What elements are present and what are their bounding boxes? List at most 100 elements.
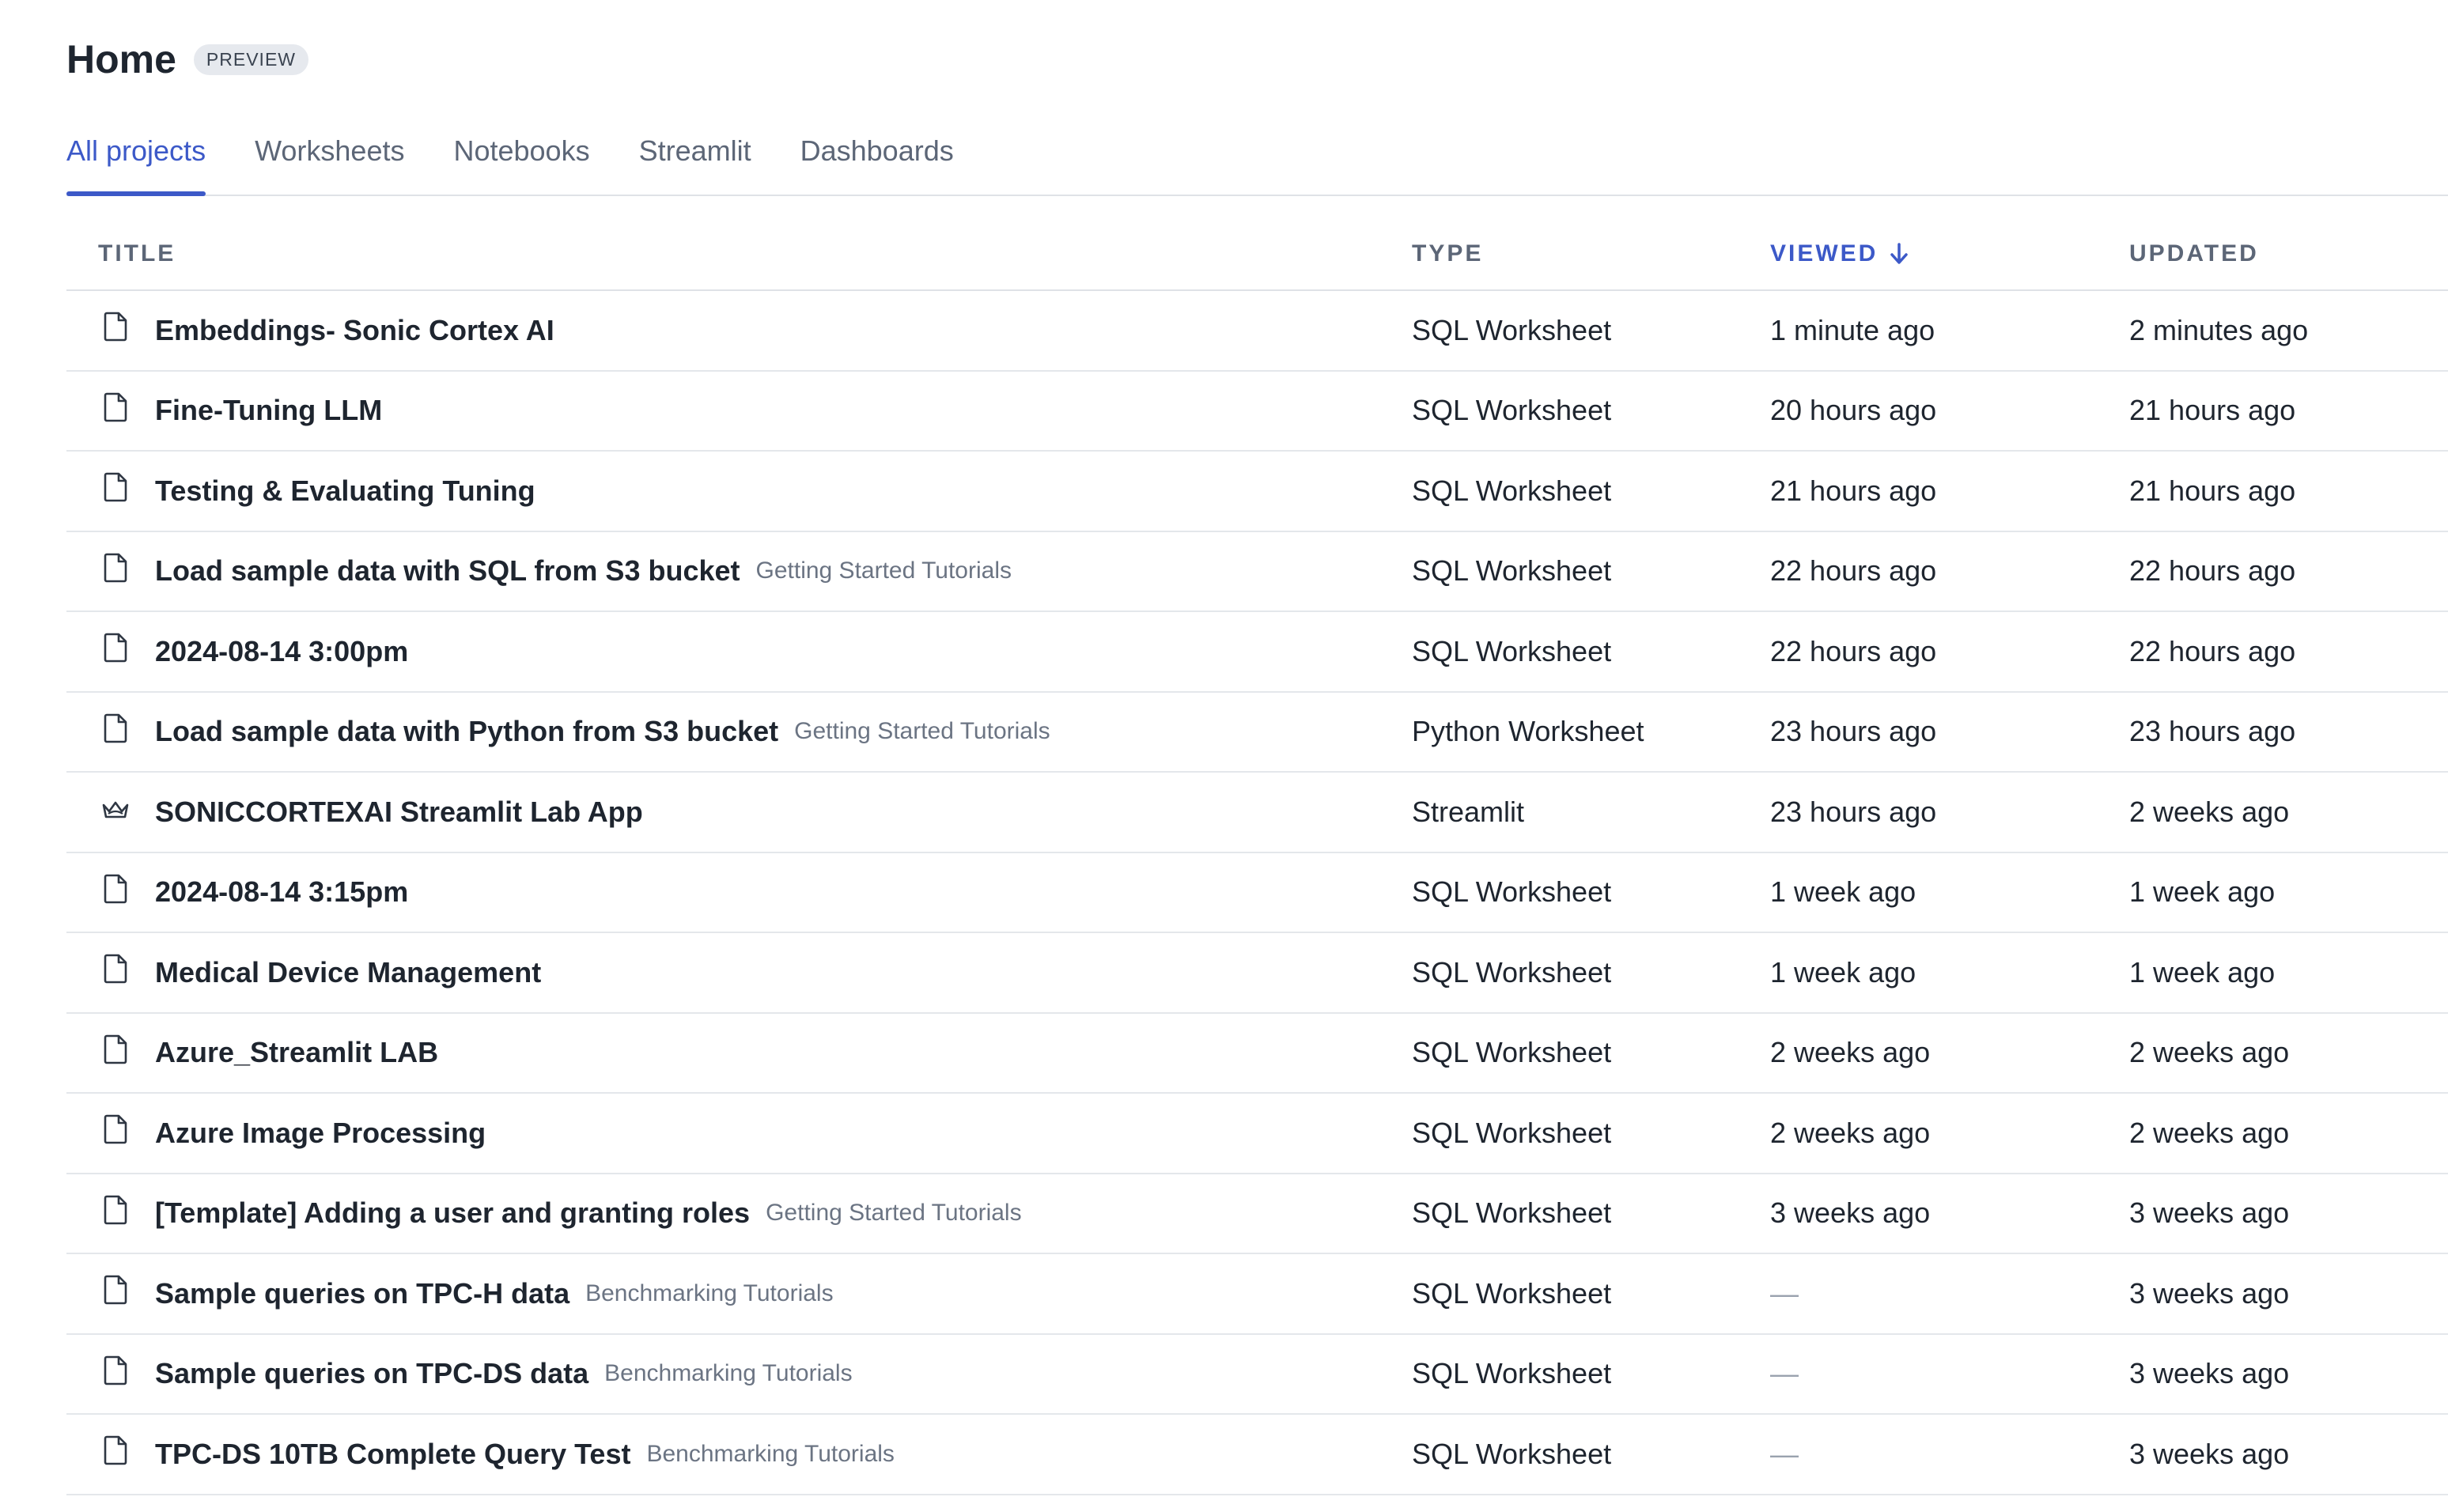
tab-notebooks[interactable]: Notebooks [453,127,589,187]
row-viewed: 1 week ago [1770,955,1916,988]
file-icon [101,311,130,350]
table-row[interactable]: Embeddings- Sonic Cortex AI SQL Workshee… [66,291,2448,372]
row-viewed: 23 hours ago [1770,715,1937,748]
file-icon [101,1355,130,1393]
row-title[interactable]: 2024-08-14 3:00pm [155,635,408,668]
row-viewed: — [1770,1357,1799,1390]
row-tag: Getting Started Tutorials [766,1200,1022,1227]
row-icon-cell [100,1094,131,1173]
row-tag: Getting Started Tutorials [794,718,1050,745]
row-title[interactable]: [Template] Adding a user and granting ro… [155,1196,750,1230]
row-updated: 3 weeks ago [2129,1437,2290,1470]
page-header: Home PREVIEW [66,32,308,87]
file-icon [101,873,130,912]
row-updated: 2 minutes ago [2129,313,2309,346]
table-row[interactable]: 2024-08-14 3:00pm SQL Worksheet 22 hours… [66,612,2448,693]
row-icon-cell [100,452,131,531]
table-row[interactable]: Azure_Streamlit LAB SQL Worksheet 2 week… [66,1014,2448,1094]
column-header-title[interactable]: TITLE [98,242,176,266]
row-icon-cell [100,853,131,932]
row-viewed: 1 week ago [1770,875,1916,909]
file-icon [101,713,130,751]
row-viewed: 1 minute ago [1770,313,1935,346]
row-title[interactable]: Sample queries on TPC-DS data [155,1357,588,1390]
column-header-type[interactable]: TYPE [1412,242,1483,266]
row-title-cell: Load sample data with SQL from S3 bucket… [155,532,1012,611]
file-icon [101,1194,130,1233]
column-header-viewed[interactable]: VIEWED [1770,242,1909,266]
row-title[interactable]: TPC-DS 10TB Complete Query Test [155,1438,630,1471]
row-icon-cell [100,933,131,1012]
table-row[interactable]: Load sample data with Python from S3 buc… [66,693,2448,773]
column-header-updated[interactable]: UPDATED [2129,242,2259,266]
row-updated: 22 hours ago [2129,634,2296,667]
row-title[interactable]: Sample queries on TPC-H data [155,1277,569,1310]
row-title-cell: Embeddings- Sonic Cortex AI [155,291,554,370]
row-updated: 3 weeks ago [2129,1196,2290,1230]
row-updated: 3 weeks ago [2129,1276,2290,1310]
row-title-cell: Load sample data with Python from S3 buc… [155,693,1050,772]
tab-worksheets[interactable]: Worksheets [255,127,404,187]
row-viewed: 3 weeks ago [1770,1196,1931,1230]
row-type: SQL Worksheet [1412,1196,1612,1230]
row-icon-cell [100,1174,131,1253]
file-icon [101,1274,130,1313]
row-title-cell: Azure Image Processing [155,1094,486,1173]
row-type: SQL Worksheet [1412,1036,1612,1069]
row-icon-cell [100,1335,131,1414]
row-updated: 1 week ago [2129,955,2276,988]
row-title[interactable]: Load sample data with Python from S3 buc… [155,715,778,748]
table-row[interactable]: 2024-08-14 3:15pm SQL Worksheet 1 week a… [66,853,2448,933]
row-title-cell: TPC-DS 10TB Complete Query Test Benchmar… [155,1415,895,1494]
table-row[interactable]: TPC-DS 10TB Complete Query Test Benchmar… [66,1415,2448,1495]
row-title-cell: SONICCORTEXAI Streamlit Lab App [155,773,643,852]
row-title-cell: Testing & Evaluating Tuning [155,452,535,531]
row-title[interactable]: Fine-Tuning LLM [155,394,382,427]
row-title[interactable]: Embeddings- Sonic Cortex AI [155,314,554,347]
row-updated: 22 hours ago [2129,554,2296,588]
table-row[interactable]: Fine-Tuning LLM SQL Worksheet 20 hours a… [66,372,2448,452]
table-row[interactable]: Medical Device Management SQL Worksheet … [66,933,2448,1014]
row-viewed: — [1770,1437,1799,1470]
row-icon-cell [100,1014,131,1093]
row-title-cell: [Template] Adding a user and granting ro… [155,1174,1022,1253]
file-icon [101,953,130,992]
table-row[interactable]: Sample queries on TPC-DS data Benchmarki… [66,1335,2448,1415]
table-row[interactable]: Azure Image Processing SQL Worksheet 2 w… [66,1094,2448,1174]
table-row[interactable]: Testing & Evaluating Tuning SQL Workshee… [66,452,2448,532]
row-title[interactable]: Azure Image Processing [155,1117,486,1150]
row-type: SQL Worksheet [1412,474,1612,507]
row-type: SQL Worksheet [1412,554,1612,588]
row-type: SQL Worksheet [1412,1276,1612,1310]
table-row[interactable]: SONICCORTEXAI Streamlit Lab App Streamli… [66,773,2448,853]
tab-dashboards[interactable]: Dashboards [800,127,954,187]
row-updated: 1 week ago [2129,875,2276,909]
table-row[interactable]: [Template] Adding a user and granting ro… [66,1174,2448,1254]
row-title[interactable]: Load sample data with SQL from S3 bucket [155,554,740,588]
row-icon-cell [100,773,131,852]
row-type: SQL Worksheet [1412,1357,1612,1390]
row-updated: 2 weeks ago [2129,795,2290,828]
row-viewed: 22 hours ago [1770,634,1937,667]
arrow-down-icon [1890,243,1909,264]
row-type: SQL Worksheet [1412,394,1612,427]
row-icon-cell [100,532,131,611]
column-header-viewed-label: VIEWED [1770,240,1879,266]
row-tag: Getting Started Tutorials [755,558,1012,584]
row-title[interactable]: Testing & Evaluating Tuning [155,474,535,508]
table-row[interactable]: Load sample data with SQL from S3 bucket… [66,532,2448,612]
tab-streamlit[interactable]: Streamlit [639,127,751,187]
row-title[interactable]: Medical Device Management [155,956,541,989]
row-title-cell: Sample queries on TPC-DS data Benchmarki… [155,1335,853,1414]
row-updated: 3 weeks ago [2129,1357,2290,1390]
row-title-cell: 2024-08-14 3:00pm [155,612,408,691]
file-icon [101,471,130,510]
row-title[interactable]: Azure_Streamlit LAB [155,1036,438,1069]
row-title[interactable]: 2024-08-14 3:15pm [155,875,408,909]
row-title-cell: Fine-Tuning LLM [155,372,382,451]
row-viewed: 20 hours ago [1770,394,1937,427]
row-title[interactable]: SONICCORTEXAI Streamlit Lab App [155,796,643,829]
tab-all-projects[interactable]: All projects [66,127,206,196]
table-row[interactable]: Sample queries on TPC-H data Benchmarkin… [66,1254,2448,1335]
row-viewed: — [1770,1276,1799,1310]
